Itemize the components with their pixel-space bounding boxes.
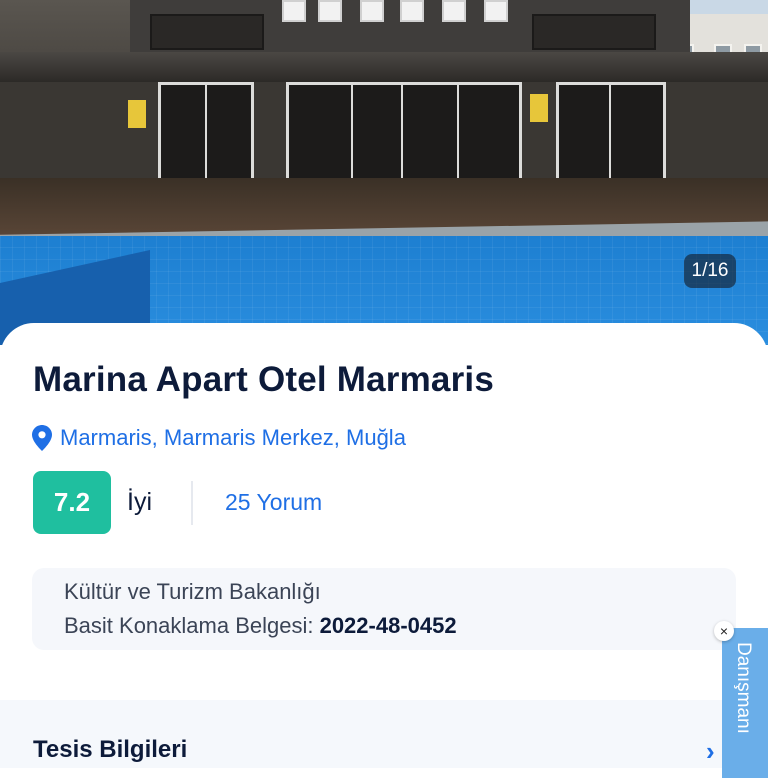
sign-right xyxy=(530,94,548,122)
facility-info-title: Tesis Bilgileri xyxy=(33,736,188,763)
rating-label: İyi xyxy=(127,488,152,516)
photo-counter: 1/16 xyxy=(684,254,736,288)
location-link[interactable]: Marmaris, Marmaris Merkez, Muğla xyxy=(60,425,406,451)
license-number: 2022-48-0452 xyxy=(319,613,457,638)
glass-facade xyxy=(286,82,522,188)
location-pin-icon xyxy=(32,425,52,451)
license-box: Kültür ve Turizm Bakanlığı Basit Konakla… xyxy=(32,568,736,650)
rating-divider xyxy=(191,481,193,525)
advisor-label: Danışmanı xyxy=(733,642,754,734)
glass-door xyxy=(158,82,254,188)
hotel-photo[interactable]: 1/16 xyxy=(0,0,768,345)
license-authority: Kültür ve Turizm Bakanlığı xyxy=(64,579,321,604)
close-icon[interactable]: × xyxy=(714,621,734,641)
license-type: Basit Konaklama Belgesi: xyxy=(64,613,320,638)
chevron-right-icon[interactable]: › xyxy=(706,736,715,767)
awning xyxy=(0,52,768,84)
reviews-link[interactable]: 25 Yorum xyxy=(225,489,322,516)
license-line: Basit Konaklama Belgesi: 2022-48-0452 xyxy=(64,613,457,639)
advisor-tab[interactable]: Danışmanı xyxy=(722,628,768,778)
balcony-right xyxy=(532,14,656,50)
hotel-title: Marina Apart Otel Marmaris xyxy=(33,360,494,399)
rating-score-badge: 7.2 xyxy=(33,471,111,534)
sign-left xyxy=(128,100,146,128)
balcony-left xyxy=(150,14,264,50)
glass-door-right xyxy=(556,82,666,188)
